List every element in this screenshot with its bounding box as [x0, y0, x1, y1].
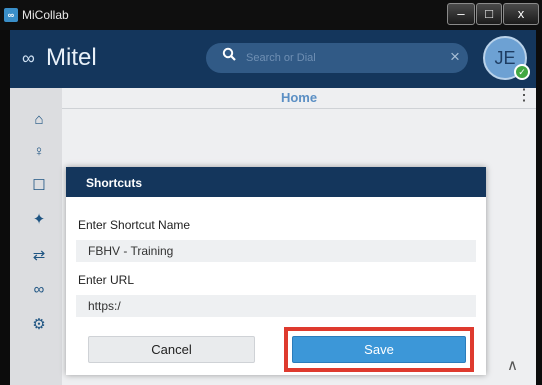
contacts-icon[interactable]: ♀ [28, 142, 50, 162]
minimize-button[interactable]: – [447, 3, 475, 25]
teams-icon[interactable]: ✦ [28, 210, 50, 230]
header-divider [62, 108, 536, 109]
close-button[interactable]: x [503, 3, 539, 25]
voicemail-icon[interactable]: ∞ [28, 280, 50, 300]
page-title: Home [280, 90, 318, 105]
chat-icon[interactable]: ☐ [28, 176, 50, 196]
mitel-logo-icon: ∞ [22, 48, 35, 68]
dialog-header: Shortcuts [66, 167, 486, 197]
sidebar: ⌂ ♀ ☐ ✦ ⇄ ∞ ⚙ [10, 88, 62, 385]
shortcuts-dialog: Shortcuts Enter Shortcut Name Enter URL … [66, 167, 486, 375]
url-label: Enter URL [78, 273, 135, 287]
app-header: ∞ Mitel × JE ✓ [10, 30, 536, 88]
shortcut-name-label: Enter Shortcut Name [78, 218, 191, 232]
presence-status-icon: ✓ [514, 64, 530, 80]
window-title-bar: ∞ MiCollab – □ x [0, 0, 542, 30]
more-options-icon[interactable]: ⋮ [516, 86, 532, 106]
maximize-button[interactable]: □ [476, 3, 502, 25]
app-logo-icon: ∞ [4, 8, 18, 22]
url-field[interactable] [76, 295, 476, 317]
cancel-button[interactable]: Cancel [88, 336, 255, 363]
search-input[interactable] [244, 46, 444, 70]
call-history-icon[interactable]: ⇄ [28, 246, 50, 266]
dialog-title: Shortcuts [86, 176, 143, 190]
home-icon[interactable]: ⌂ [28, 110, 50, 130]
brand-name: Mitel [46, 44, 97, 71]
window-title: MiCollab [22, 8, 69, 22]
search-bar[interactable]: × [206, 43, 468, 73]
chevron-up-icon[interactable]: ∧ [507, 356, 518, 374]
shortcut-name-field[interactable] [76, 240, 476, 262]
search-icon[interactable] [222, 47, 236, 66]
save-button[interactable]: Save [292, 336, 466, 363]
settings-icon[interactable]: ⚙ [28, 315, 50, 335]
clear-search-icon[interactable]: × [450, 47, 460, 67]
